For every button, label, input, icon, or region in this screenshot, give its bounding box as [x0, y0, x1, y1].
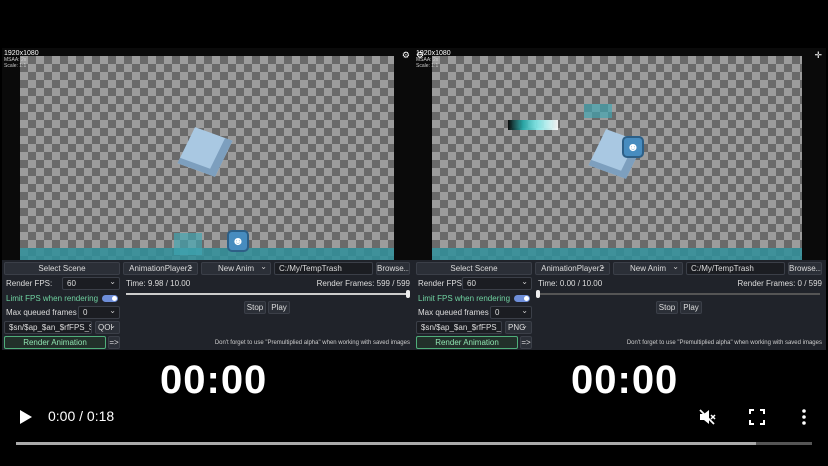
timeline-knob[interactable]: [406, 290, 410, 298]
right-editor-pane: ⚙ 1920x1080 MSAA: 2x Scale: 1:1 ✛ ☻ Sele…: [414, 48, 826, 350]
fullscreen-icon[interactable]: [748, 408, 766, 426]
browse-button[interactable]: Browse...: [788, 262, 822, 275]
select-scene-button[interactable]: Select Scene: [4, 262, 120, 275]
viewport-settings-icon[interactable]: ⚙: [402, 50, 410, 61]
ghost-block: [584, 104, 612, 118]
ghost-block: [174, 233, 202, 255]
output-path-field[interactable]: C:/My/TempTrash: [274, 262, 373, 275]
more-button[interactable]: =>: [108, 336, 120, 349]
limit-fps-toggle[interactable]: [514, 295, 530, 302]
timeline-fill: [126, 293, 408, 295]
render-fps-label: Render FPS:: [6, 279, 53, 288]
scene-viewport[interactable]: ⚙ 1920x1080 MSAA: 2x Scale: 1:1 ✛ ☻: [414, 48, 826, 260]
animation-player-select[interactable]: AnimationPlayer2: [123, 262, 198, 275]
video-player-controls: 0:00 / 0:18: [0, 400, 828, 466]
select-scene-button[interactable]: Select Scene: [416, 262, 532, 275]
render-frames-readout: Render Frames: 599 / 599: [316, 279, 410, 288]
render-animation-button[interactable]: Render Animation: [4, 336, 106, 349]
right-timer: 00:00: [571, 358, 679, 402]
time-readout: Time: 9.98 / 10.00: [126, 279, 191, 288]
left-editor-pane: 1920x1080 MSAA: 2x Scale: 1:1 ⚙ ☻ Select…: [2, 48, 414, 350]
premultiplied-hint: Don't forget to use "Premultiplied alpha…: [626, 340, 822, 346]
playback-time: 0:00 / 0:18: [48, 408, 115, 424]
render-fps-field[interactable]: 60: [462, 277, 532, 290]
video-buffer-bar: [16, 442, 757, 445]
mute-icon[interactable]: [698, 408, 716, 426]
render-fps-field[interactable]: 60: [62, 277, 120, 290]
max-queued-field[interactable]: 0: [78, 306, 120, 319]
godot-icon: ☻: [227, 230, 249, 252]
render-controls: Select Scene AnimationPlayer2 New Anim C…: [2, 260, 414, 350]
filename-pattern-field[interactable]: $sn/$ap_$an_$rfFPS_$r: [4, 321, 92, 334]
scene-viewport[interactable]: 1920x1080 MSAA: 2x Scale: 1:1 ⚙ ☻: [2, 48, 414, 260]
premultiplied-hint: Don't forget to use "Premultiplied alpha…: [214, 340, 410, 346]
viewport-info: 1920x1080 MSAA: 2x Scale: 1:1: [416, 50, 451, 69]
max-queued-label: Max queued frames: [6, 308, 77, 317]
max-queued-label: Max queued frames: [418, 308, 489, 317]
timeline-knob[interactable]: [536, 290, 540, 298]
viewport-menu-icon[interactable]: ✛: [814, 50, 822, 61]
motion-blur-strip: [508, 120, 558, 130]
animation-select[interactable]: New Anim: [201, 262, 271, 275]
more-options-icon[interactable]: [795, 408, 813, 426]
video-progress-bar[interactable]: [16, 442, 812, 445]
format-select[interactable]: PNG: [505, 321, 532, 334]
godot-icon: ☻: [622, 136, 644, 158]
timeline-slider[interactable]: [536, 290, 820, 298]
max-queued-field[interactable]: 0: [490, 306, 532, 319]
render-fps-label: Render FPS:: [418, 279, 465, 288]
more-button[interactable]: =>: [520, 336, 532, 349]
browse-button[interactable]: Browse...: [376, 262, 410, 275]
timeline-slider[interactable]: [126, 290, 410, 298]
filename-pattern-field[interactable]: $sn/$ap_$an_$rfFPS_$: [416, 321, 502, 334]
render-controls: Select Scene AnimationPlayer2 New Anim C…: [414, 260, 826, 350]
format-select[interactable]: QOI: [95, 321, 120, 334]
limit-fps-toggle[interactable]: [102, 295, 118, 302]
time-readout: Time: 0.00 / 10.00: [538, 279, 603, 288]
limit-fps-label: Limit FPS when rendering: [418, 294, 511, 303]
video-stage: 1920x1080 MSAA: 2x Scale: 1:1 ⚙ ☻ Select…: [0, 0, 828, 466]
output-path-field[interactable]: C:/My/TempTrash: [686, 262, 785, 275]
render-frames-readout: Render Frames: 0 / 599: [737, 279, 822, 288]
floor-strip: [20, 248, 394, 260]
animation-player-select[interactable]: AnimationPlayer2: [535, 262, 610, 275]
viewport-resolution: 1920x1080: [416, 50, 451, 57]
limit-fps-label: Limit FPS when rendering: [6, 294, 99, 303]
render-animation-button[interactable]: Render Animation: [416, 336, 518, 349]
viewport-resolution: 1920x1080: [4, 50, 39, 57]
play-icon[interactable]: [16, 408, 34, 426]
viewport-scale: Scale: 1:1: [416, 63, 439, 69]
left-timer: 00:00: [160, 358, 268, 402]
animation-select[interactable]: New Anim: [613, 262, 683, 275]
viewport-scale: Scale: 1:1: [4, 63, 27, 69]
floor-strip: [432, 248, 802, 260]
viewport-info: 1920x1080 MSAA: 2x Scale: 1:1: [4, 50, 39, 69]
